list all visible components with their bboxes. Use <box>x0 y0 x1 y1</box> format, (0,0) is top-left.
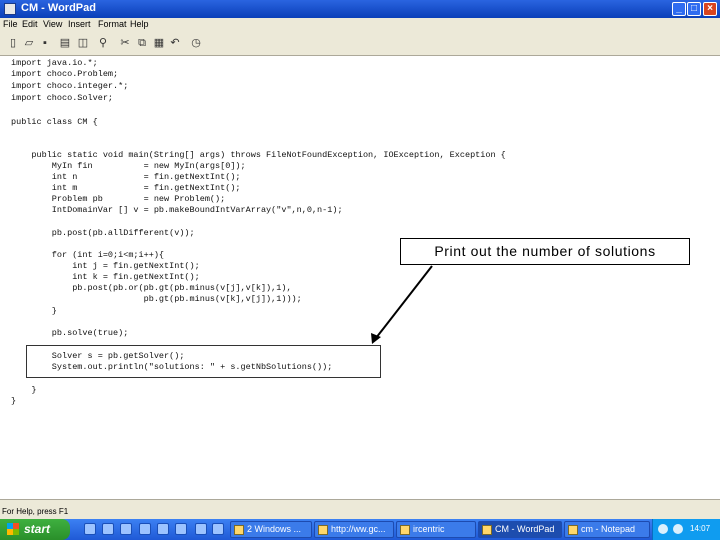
code-line-10: int n = fin.getNextInt(); <box>11 172 241 182</box>
annotation-callout: Print out the number of solutions <box>400 238 690 265</box>
close-button[interactable]: × <box>703 2 717 16</box>
toolbar: ▯ ▱ ▪ ▤ ◫ ⚲ ✂ ⧉ ▦ ↶ ◷ <box>0 31 720 56</box>
cut-icon[interactable]: ✂ <box>118 36 132 50</box>
system-tray: 14:07 <box>652 519 720 540</box>
quicklaunch-files-icon[interactable] <box>157 523 169 535</box>
code-line-29: } <box>11 396 17 406</box>
quicklaunch-media-icon[interactable] <box>102 523 114 535</box>
copy-icon[interactable]: ⧉ <box>135 36 149 50</box>
title-bar: CM - WordPad _ □ × <box>0 0 720 18</box>
quicklaunch-console-icon[interactable] <box>139 523 151 535</box>
status-bar: For Help, press F1 <box>0 499 720 520</box>
code-line-21: pb.gt(pb.minus(v[k],v[j]),1))); <box>11 294 302 304</box>
taskbar-item[interactable]: cm - Notepad <box>564 521 650 538</box>
browser-icon <box>318 525 328 535</box>
menu-file[interactable]: File <box>3 19 18 29</box>
windows-flag-icon <box>7 523 19 535</box>
minimize-button[interactable]: _ <box>672 2 686 16</box>
taskbar-item-active[interactable]: CM - WordPad <box>478 521 562 538</box>
code-line-9: MyIn fin = new MyIn(args[0]); <box>11 161 246 171</box>
taskbar-item[interactable]: 2 Windows ... <box>230 521 312 538</box>
highlight-box <box>26 345 381 378</box>
start-button[interactable]: start <box>0 519 70 540</box>
code-line-11: int m = fin.getNextInt(); <box>11 183 241 193</box>
quicklaunch-trash-icon[interactable] <box>175 523 187 535</box>
code-line-12: Problem pb = new Problem(); <box>11 194 226 204</box>
app-icon <box>400 525 410 535</box>
menu-help[interactable]: Help <box>130 19 149 29</box>
paste-icon[interactable]: ▦ <box>152 36 166 50</box>
quicklaunch-explorer-icon[interactable] <box>120 523 132 535</box>
code-line-18: int j = fin.getNextInt(); <box>11 261 200 271</box>
open-icon[interactable]: ▱ <box>22 36 36 50</box>
quicklaunch-mail-icon[interactable] <box>212 523 224 535</box>
code-line-4: import choco.Solver; <box>11 93 114 103</box>
code-line-6: public class CM { <box>11 117 98 127</box>
quicklaunch-browser-icon[interactable] <box>84 523 96 535</box>
undo-icon[interactable]: ↶ <box>168 36 182 50</box>
menu-view[interactable]: View <box>43 19 62 29</box>
status-text: For Help, press F1 <box>2 507 69 516</box>
date-time-icon[interactable]: ◷ <box>189 36 203 50</box>
menu-edit[interactable]: Edit <box>22 19 38 29</box>
print-preview-icon[interactable]: ◫ <box>76 36 90 50</box>
code-line-3: import choco.integer.*; <box>11 81 129 91</box>
menu-insert[interactable]: Insert <box>68 19 91 29</box>
start-label: start <box>24 522 51 536</box>
menu-bar: File Edit View Insert Format Help <box>0 18 720 31</box>
new-icon[interactable]: ▯ <box>6 36 20 50</box>
code-line-1: import java.io.*; <box>11 58 98 68</box>
taskbar: start 2 Windows ... http://ww.gc... irce… <box>0 519 720 540</box>
taskbar-item[interactable]: ircentric <box>396 521 476 538</box>
code-line-28: } <box>11 385 37 395</box>
print-icon[interactable]: ▤ <box>58 36 72 50</box>
wordpad-app-icon[interactable] <box>4 3 16 15</box>
code-line-2: import choco.Problem; <box>11 69 119 79</box>
wordpad-icon <box>482 525 492 535</box>
code-line-24: pb.solve(true); <box>11 328 129 338</box>
clock[interactable]: 14:07 <box>690 524 710 533</box>
network-icon[interactable] <box>658 524 668 534</box>
notepad-icon <box>568 525 578 535</box>
folder-icon <box>234 525 244 535</box>
maximize-button[interactable]: □ <box>687 2 701 16</box>
code-line-19: int k = fin.getNextInt(); <box>11 272 200 282</box>
code-line-20: pb.post(pb.or(pb.gt(pb.minus(v[j],v[k]),… <box>11 283 292 293</box>
volume-icon[interactable] <box>673 524 683 534</box>
code-line-17: for (int i=0;i<m;i++){ <box>11 250 165 260</box>
taskbar-item[interactable]: http://ww.gc... <box>314 521 394 538</box>
code-line-8: public static void main(String[] args) t… <box>11 150 506 160</box>
save-icon[interactable]: ▪ <box>38 36 52 50</box>
quicklaunch-app-icon[interactable] <box>195 523 207 535</box>
window-title: CM - WordPad <box>21 2 96 14</box>
menu-format[interactable]: Format <box>98 19 127 29</box>
code-line-13: IntDomainVar [] v = pb.makeBoundIntVarAr… <box>11 205 343 215</box>
code-line-15: pb.post(pb.allDifferent(v)); <box>11 228 195 238</box>
code-line-22: } <box>11 306 57 316</box>
find-icon[interactable]: ⚲ <box>96 36 110 50</box>
